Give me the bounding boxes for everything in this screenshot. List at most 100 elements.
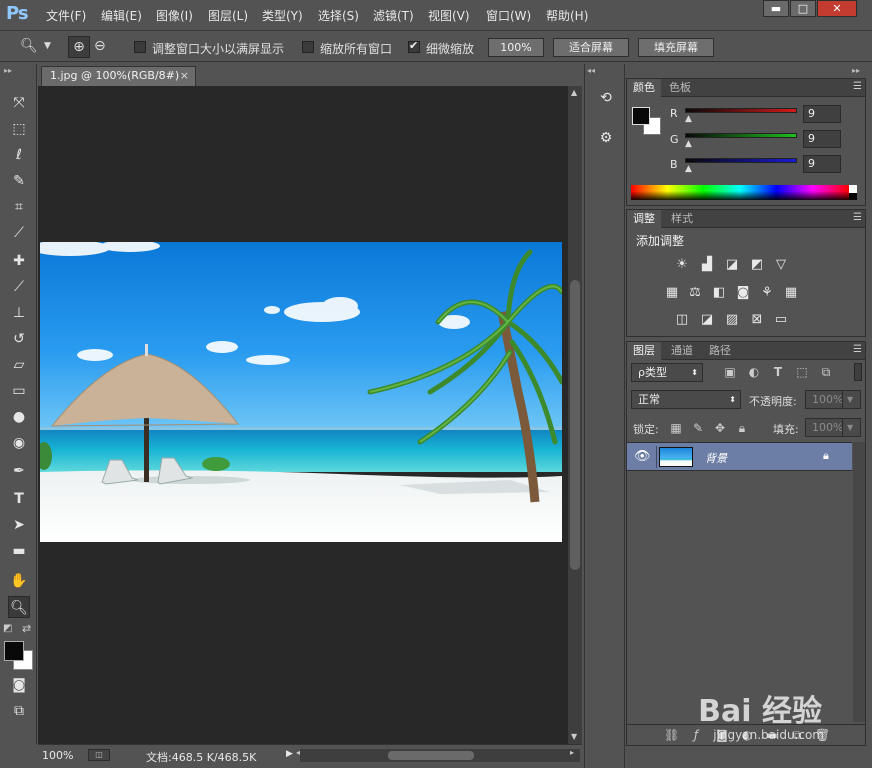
color-spectrum-bar[interactable]	[631, 185, 849, 200]
default-colors-icon[interactable]: ◩	[3, 623, 12, 634]
filter-smart-object-icon[interactable]: ⧉	[819, 365, 833, 379]
channel-r-knob[interactable]: ▲	[685, 114, 692, 124]
opacity-input[interactable]: 100%	[805, 390, 843, 409]
invert-icon[interactable]: ◫	[673, 312, 691, 328]
color-lookup-icon[interactable]: ▦	[782, 285, 800, 301]
menu-file[interactable]: 文件(F)	[46, 7, 86, 24]
type-tool-icon[interactable]: T	[8, 488, 30, 510]
history-brush-icon[interactable]: ↺	[8, 328, 30, 350]
screen-mode-icon[interactable]: ⧉	[8, 700, 30, 722]
eyedropper-tool-icon[interactable]: ⟋	[8, 222, 30, 244]
zoom-tool-icon[interactable]: 🔍︎	[8, 596, 30, 618]
scrubby-zoom-checkbox[interactable]	[408, 39, 420, 53]
zoom-out-icon[interactable]: ⊖	[94, 38, 106, 54]
stamp-tool-icon[interactable]: ⊥	[8, 302, 30, 324]
document-tab[interactable]: 1.jpg @ 100%(RGB/8#) ×	[41, 66, 196, 86]
channel-b-input[interactable]: 9	[803, 155, 841, 173]
link-layers-icon[interactable]: ⛓	[664, 728, 679, 742]
filter-pixel-icon[interactable]: ▣	[723, 365, 737, 379]
spectrum-black-swatch[interactable]	[849, 193, 857, 200]
preset-dropdown-icon[interactable]: ▼	[44, 41, 51, 51]
photo-filter-icon[interactable]: ◙	[734, 285, 752, 301]
spectrum-white-swatch[interactable]	[849, 185, 857, 193]
horizontal-scrollbar[interactable]: ◂ ▸	[296, 748, 580, 762]
swap-colors-icon[interactable]: ⇄	[22, 622, 31, 635]
crop-tool-icon[interactable]: ⌗	[8, 196, 30, 218]
eraser-tool-icon[interactable]: ▱	[8, 354, 30, 376]
channel-r-input[interactable]: 9	[803, 105, 841, 123]
layer-thumbnail[interactable]	[659, 447, 693, 467]
adjustments-panel-menu-icon[interactable]: ☰	[853, 212, 862, 223]
channel-b-slider[interactable]	[685, 158, 797, 163]
layer-list-scrollbar[interactable]	[853, 442, 865, 722]
channel-mixer-icon[interactable]: ⚘	[758, 285, 776, 301]
minimize-button[interactable]: ▬	[763, 0, 789, 17]
curves-icon[interactable]: ◪	[723, 257, 741, 273]
scroll-up-icon[interactable]: ▲	[571, 88, 577, 97]
menu-select[interactable]: 选择(S)	[318, 7, 359, 24]
lock-pixels-icon[interactable]: ✎	[691, 421, 705, 435]
channel-b-knob[interactable]: ▲	[685, 164, 692, 174]
tab-paths[interactable]: 路径	[703, 342, 737, 360]
menu-layer[interactable]: 图层(L)	[208, 7, 248, 24]
zoom-level[interactable]: 100%	[42, 749, 73, 762]
menu-image[interactable]: 图像(I)	[156, 7, 193, 24]
blend-mode-dropdown[interactable]: 正常 ⬍	[631, 390, 741, 409]
tab-swatches[interactable]: 色板	[663, 79, 697, 97]
status-menu-icon[interactable]: ▶	[286, 749, 293, 759]
healing-brush-icon[interactable]: ✚	[8, 250, 30, 272]
lock-transparency-icon[interactable]: ▦	[669, 421, 683, 435]
tab-layers[interactable]: 图层	[627, 342, 661, 360]
color-panel-foreground-swatch[interactable]	[632, 107, 650, 125]
fill-screen-button[interactable]: 填充屏幕	[638, 38, 714, 57]
fill-input[interactable]: 100%	[805, 418, 843, 437]
layer-lock-icon[interactable]: 🔒︎	[823, 449, 829, 463]
collapse-toolbox-icon[interactable]: ▸▸	[4, 66, 12, 75]
menu-window[interactable]: 窗口(W)	[486, 7, 531, 24]
zoom-tool-preset-icon[interactable]: 🔍︎	[20, 38, 38, 54]
scroll-right-icon[interactable]: ▸	[570, 748, 574, 757]
menu-type[interactable]: 类型(Y)	[262, 7, 303, 24]
layers-panel-menu-icon[interactable]: ☰	[853, 344, 862, 355]
dodge-tool-icon[interactable]: ◉	[8, 432, 30, 454]
menu-edit[interactable]: 编辑(E)	[101, 7, 142, 24]
menu-view[interactable]: 视图(V)	[428, 7, 470, 24]
layer-row[interactable]: 👁︎ 背景 🔒︎	[627, 443, 852, 471]
gradient-tool-icon[interactable]: ▭	[8, 380, 30, 402]
fill-dropdown-icon[interactable]: ▼	[842, 418, 861, 437]
color-panel-menu-icon[interactable]: ☰	[853, 81, 862, 92]
brightness-contrast-icon[interactable]: ☀	[673, 257, 691, 273]
foreground-color-swatch[interactable]	[4, 641, 24, 661]
zoom-all-windows-checkbox[interactable]	[302, 41, 314, 53]
actual-pixels-button[interactable]: 100%	[488, 38, 544, 57]
layer-name[interactable]: 背景	[705, 450, 727, 466]
scroll-left-icon[interactable]: ◂	[296, 748, 300, 757]
filter-toggle-switch[interactable]	[854, 363, 862, 381]
close-document-icon[interactable]: ×	[180, 67, 189, 85]
beach-photo[interactable]	[40, 242, 562, 542]
visibility-eye-icon[interactable]: 👁︎	[634, 449, 651, 464]
blur-tool-icon[interactable]: ●	[8, 406, 30, 428]
move-tool-icon[interactable]: ⤧	[8, 92, 30, 114]
scroll-down-icon[interactable]: ▼	[571, 732, 577, 741]
quick-select-tool-icon[interactable]: ✎	[8, 170, 30, 192]
filter-adjustment-icon[interactable]: ◐	[747, 365, 761, 379]
brush-tool-icon[interactable]: ⟋	[8, 276, 30, 298]
exposure-icon[interactable]: ◩	[748, 257, 766, 273]
vertical-scroll-thumb[interactable]	[570, 280, 580, 570]
channel-g-input[interactable]: 9	[803, 130, 841, 148]
gradient-map-icon[interactable]: ▭	[772, 312, 790, 328]
zoom-in-icon[interactable]: ⊕	[68, 36, 90, 58]
vertical-scrollbar[interactable]: ▲ ▼	[568, 86, 582, 744]
status-info-icon[interactable]: ◫	[88, 749, 110, 761]
filter-type-icon[interactable]: T	[771, 365, 785, 379]
channel-g-slider[interactable]	[685, 133, 797, 138]
layer-style-icon[interactable]: ƒ	[689, 728, 703, 742]
collapse-panels-icon[interactable]: ▸▸	[852, 66, 860, 75]
layer-filter-dropdown[interactable]: ρ类型 ⬍	[631, 363, 703, 382]
hand-tool-icon[interactable]: ✋	[8, 570, 30, 592]
tab-styles[interactable]: 样式	[665, 210, 699, 228]
history-panel-icon[interactable]: ⟲	[595, 90, 617, 112]
collapse-strip-icon[interactable]: ◂◂	[587, 66, 595, 75]
tab-color[interactable]: 颜色	[627, 79, 661, 97]
